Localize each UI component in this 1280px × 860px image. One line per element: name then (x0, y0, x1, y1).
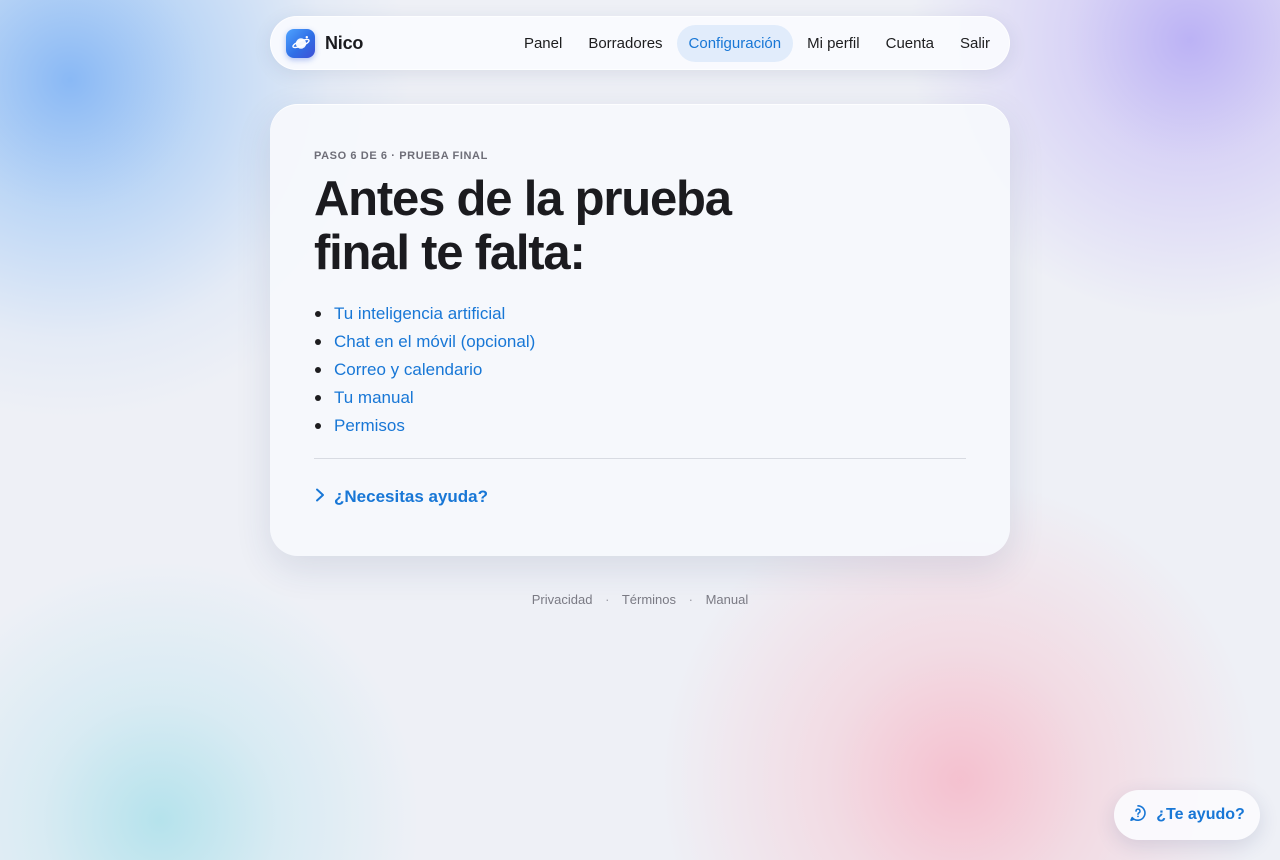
nav-link-salir[interactable]: Salir (948, 25, 1002, 62)
footer-separator: · (605, 592, 610, 607)
help-chat-button[interactable]: ¿Te ayudo? (1114, 790, 1260, 840)
top-navigation: Nico Panel Borradores Configuración Mi p… (270, 16, 1010, 70)
help-chat-label: ¿Te ayudo? (1156, 806, 1245, 823)
footer-separator: · (688, 592, 693, 607)
bullet-icon (315, 423, 321, 429)
step-link-chat-movil[interactable]: Chat en el móvil (opcional) (334, 332, 535, 352)
step-link-inteligencia-artificial[interactable]: Tu inteligencia artificial (334, 304, 505, 324)
help-chat-icon (1129, 804, 1147, 827)
list-item: Tu inteligencia artificial (314, 300, 966, 328)
footer-link-terminos[interactable]: Términos (622, 592, 676, 607)
nav-link-cuenta[interactable]: Cuenta (874, 25, 946, 62)
divider (314, 458, 966, 459)
planet-icon (286, 28, 315, 58)
footer-link-manual[interactable]: Manual (706, 592, 749, 607)
nav-links: Panel Borradores Configuración Mi perfil… (512, 24, 1002, 62)
step-link-tu-manual[interactable]: Tu manual (334, 388, 414, 408)
page-title: Antes de la prueba final te falta: (314, 172, 732, 280)
step-link-correo-calendario[interactable]: Correo y calendario (334, 360, 482, 380)
brand[interactable]: Nico (286, 28, 364, 58)
bullet-icon (315, 311, 321, 317)
help-label: ¿Necesitas ayuda? (334, 487, 489, 506)
list-item: Chat en el móvil (opcional) (314, 328, 966, 356)
bullet-icon (315, 395, 321, 401)
nav-link-configuracion[interactable]: Configuración (676, 24, 794, 62)
setup-card: PASO 6 DE 6 · PRUEBA FINAL Antes de la p… (270, 104, 1010, 556)
step-link-permisos[interactable]: Permisos (334, 416, 405, 436)
pending-steps-list: Tu inteligencia artificial Chat en el mó… (314, 300, 966, 440)
nav-link-mi-perfil[interactable]: Mi perfil (795, 25, 872, 62)
chevron-right-icon (314, 488, 326, 507)
brand-name: Nico (325, 32, 364, 53)
list-item: Correo y calendario (314, 356, 966, 384)
list-item: Tu manual (314, 384, 966, 412)
help-disclosure[interactable]: ¿Necesitas ayuda? (314, 487, 488, 507)
footer-link-privacidad[interactable]: Privacidad (532, 592, 593, 607)
nav-link-borradores[interactable]: Borradores (576, 25, 674, 62)
step-eyebrow: PASO 6 DE 6 · PRUEBA FINAL (314, 150, 488, 162)
list-item: Permisos (314, 412, 966, 440)
footer: Privacidad · Términos · Manual (0, 592, 1280, 607)
bullet-icon (315, 367, 321, 373)
nav-link-panel[interactable]: Panel (512, 25, 574, 62)
bullet-icon (315, 339, 321, 345)
